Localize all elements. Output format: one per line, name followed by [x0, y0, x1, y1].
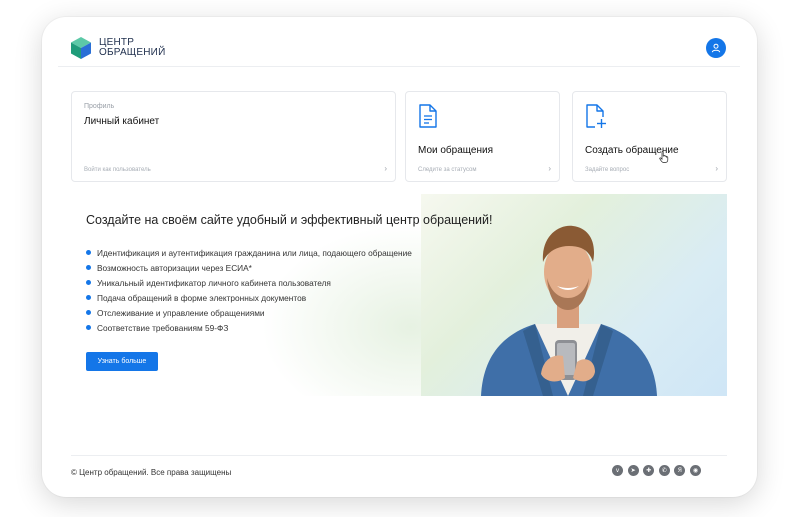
add-document-icon [586, 104, 606, 128]
promo-title: Создайте на своём сайте удобный и эффект… [86, 213, 493, 227]
logo-text: ЦЕНТР ОБРАЩЕНИЙ [99, 38, 165, 58]
page: ЦЕНТР ОБРАЩЕНИЙ Профиль Личный кабинет В… [58, 28, 740, 493]
social-links: v ➤ ✚ ✆ Я ◉ [612, 465, 706, 476]
chevron-right-icon: › [384, 164, 387, 173]
vk-icon[interactable]: v [612, 465, 623, 476]
user-account-button[interactable] [706, 38, 726, 58]
feature-item: Уникальный идентификатор личного кабинет… [86, 277, 412, 292]
card-link: Задайте вопрос [585, 167, 630, 173]
logo-line2: ОБРАЩЕНИЙ [99, 47, 166, 58]
logo-mark-icon [71, 37, 91, 59]
learn-more-button[interactable]: Узнать больше [86, 352, 158, 371]
chevron-right-icon: › [715, 164, 718, 173]
chevron-right-icon: › [548, 164, 551, 173]
feature-list: Идентификация и аутентификация гражданин… [86, 247, 412, 337]
card-my-requests[interactable]: Мои обращения Следите за статусом › [405, 91, 560, 182]
promo-banner: Создайте на своём сайте удобный и эффект… [71, 194, 727, 396]
feature-item: Идентификация и аутентификация гражданин… [86, 247, 412, 262]
card-personal-account[interactable]: Профиль Личный кабинет Войти как пользов… [71, 91, 396, 182]
yandex-icon[interactable]: Я [674, 465, 686, 476]
feature-item: Подача обращений в форме электронных док… [86, 292, 412, 307]
logo[interactable]: ЦЕНТР ОБРАЩЕНИЙ [71, 37, 165, 59]
whatsapp-icon[interactable]: ✆ [658, 465, 670, 476]
user-icon [711, 43, 721, 53]
card-kicker: Профиль [84, 103, 115, 110]
card-create-request[interactable]: Создать обращение Задайте вопрос › [572, 91, 727, 182]
card-link: Следите за статусом [418, 167, 477, 173]
footer-divider [71, 455, 727, 456]
telegram-icon[interactable]: ➤ [627, 465, 639, 476]
header: ЦЕНТР ОБРАЩЕНИЙ [58, 28, 740, 67]
document-icon [419, 104, 437, 128]
copyright-text: © Центр обращений. Все права защищены [71, 468, 232, 477]
feature-item: Соответствие требованиям 59-ФЗ [86, 322, 412, 337]
card-title: Мои обращения [418, 145, 493, 156]
feature-item: Отслеживание и управление обращениями [86, 307, 412, 322]
dzen-icon[interactable]: ◉ [689, 465, 701, 476]
feature-item: Возможность авторизации через ЕСИА* [86, 262, 412, 277]
ok-icon[interactable]: ✚ [643, 465, 655, 476]
card-link: Войти как пользователь [84, 167, 151, 173]
person-with-phone-photo [481, 225, 657, 396]
card-title: Личный кабинет [84, 116, 160, 127]
hand-cursor-icon [659, 151, 669, 163]
